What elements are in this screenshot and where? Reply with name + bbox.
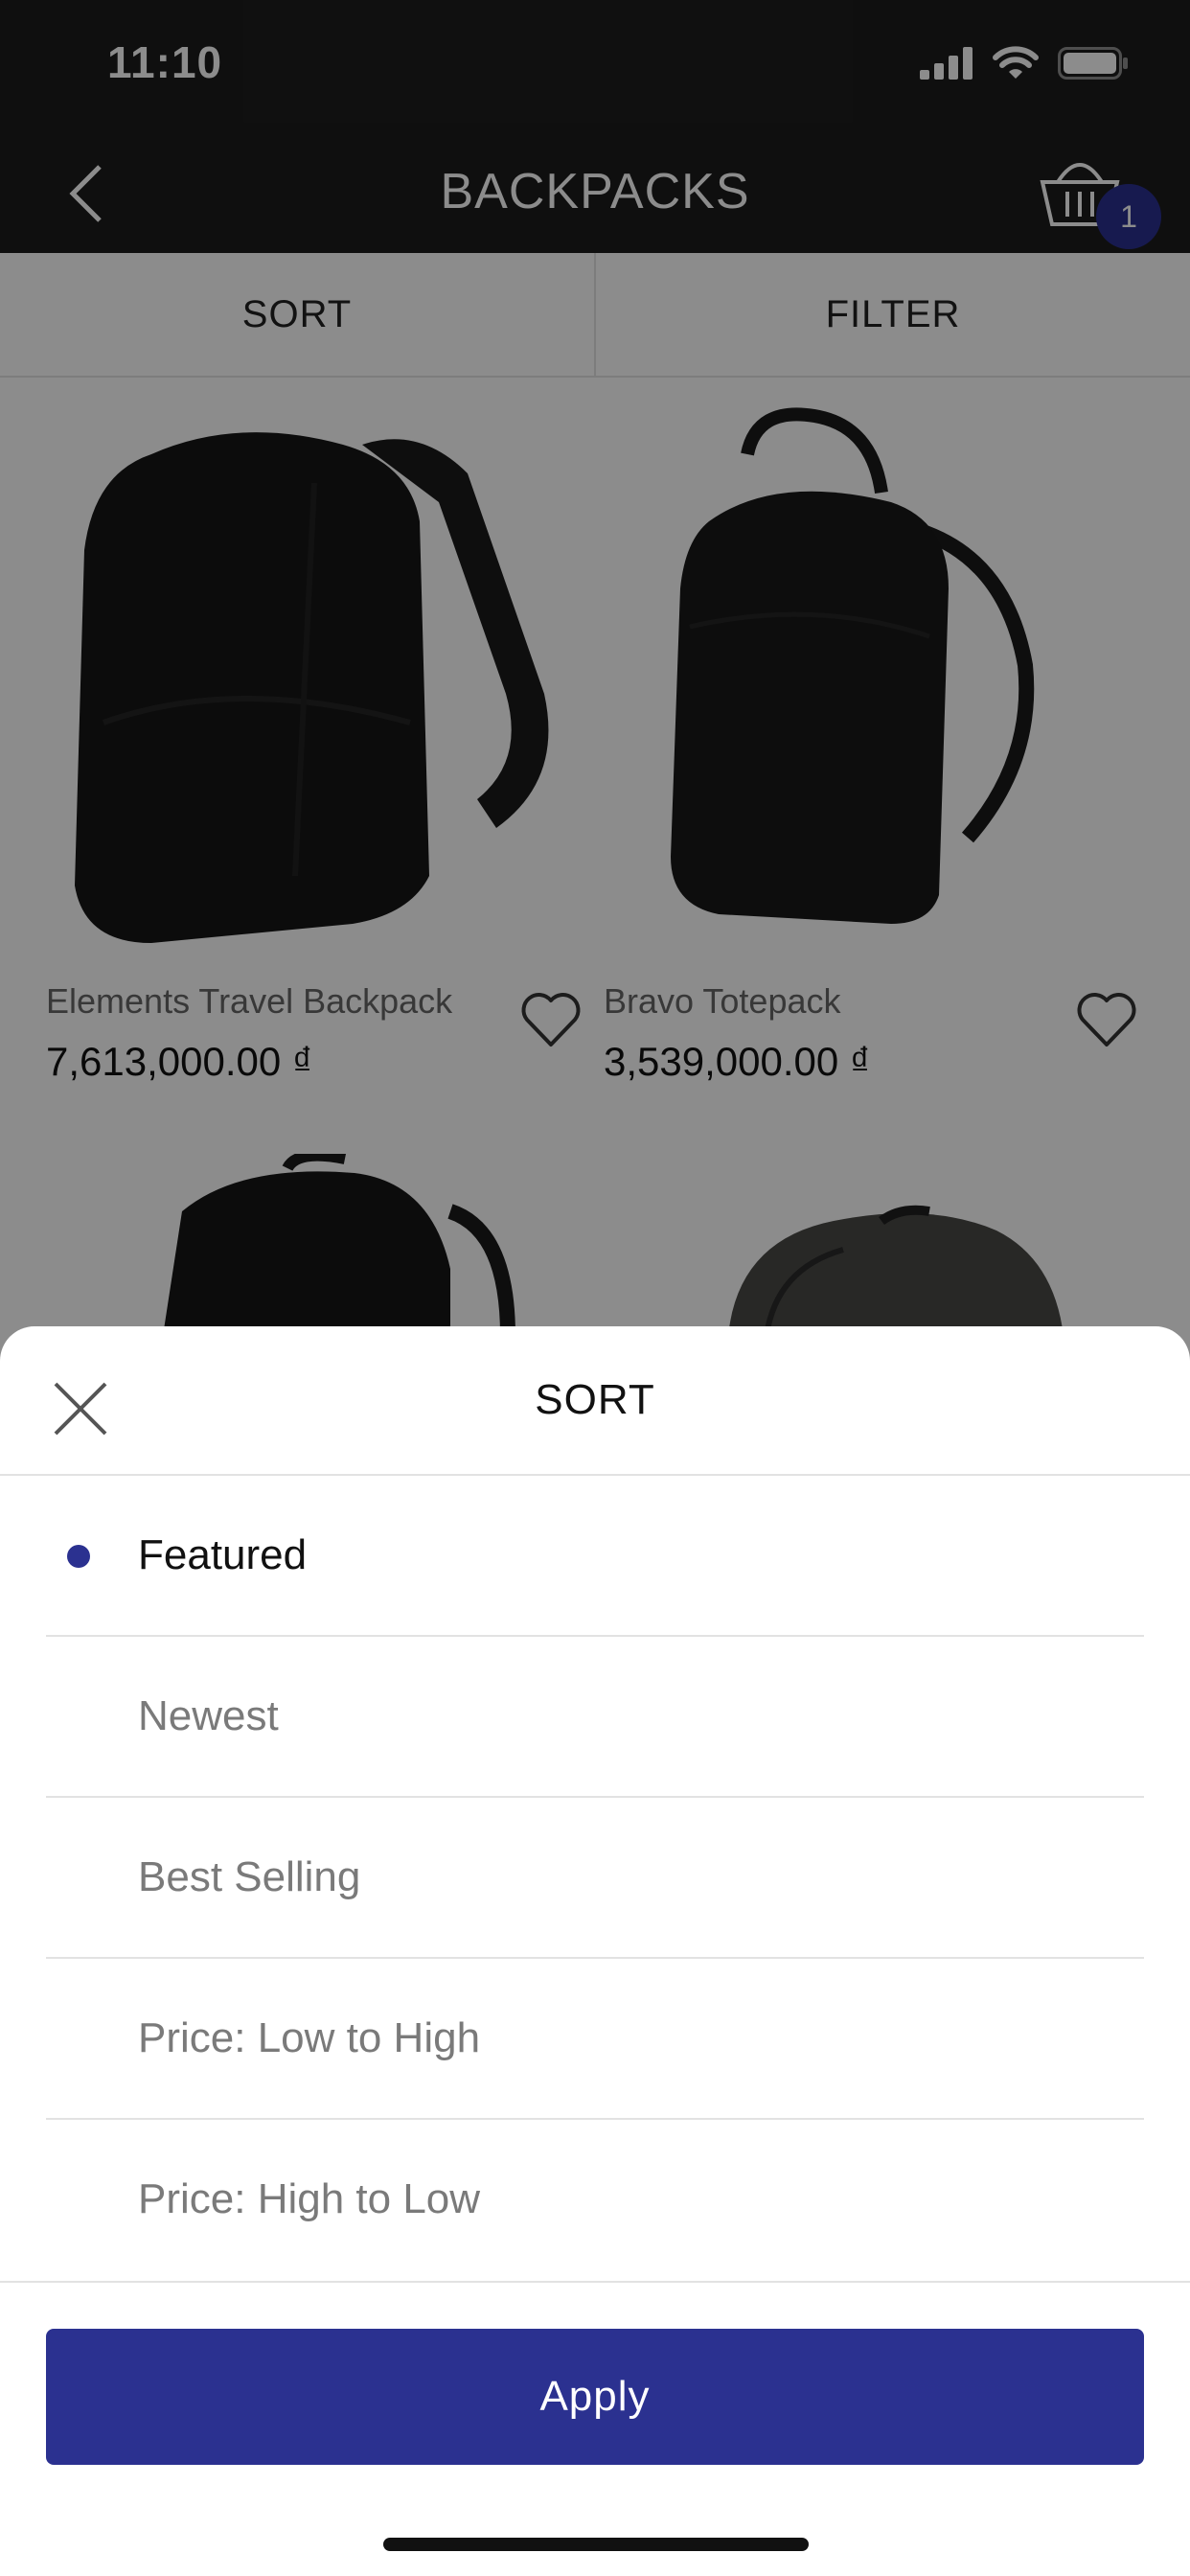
sort-option-price-low-high[interactable]: Price: Low to High bbox=[46, 1959, 1144, 2120]
selected-radio-icon bbox=[67, 1545, 90, 1568]
sort-option-featured[interactable]: Featured bbox=[46, 1476, 1144, 1637]
sort-option-label: Featured bbox=[138, 1531, 308, 1578]
sort-option-label: Newest bbox=[138, 1692, 279, 1739]
sort-option-newest[interactable]: Newest bbox=[46, 1637, 1144, 1798]
sheet-title: SORT bbox=[535, 1376, 655, 1423]
sort-options: Featured Newest Best Selling Price: Low … bbox=[46, 1476, 1144, 2281]
home-indicator[interactable] bbox=[383, 2538, 809, 2551]
sort-option-label: Price: High to Low bbox=[138, 2175, 481, 2222]
apply-button[interactable]: Apply bbox=[46, 2329, 1144, 2465]
sort-sheet: SORT Featured Newest Best Selling Price:… bbox=[0, 1326, 1190, 2576]
divider bbox=[0, 2281, 1190, 2283]
sort-option-label: Price: Low to High bbox=[138, 2014, 481, 2061]
sort-option-price-high-low[interactable]: Price: High to Low bbox=[46, 2120, 1144, 2281]
sheet-header: SORT bbox=[0, 1326, 1190, 1476]
sort-option-label: Best Selling bbox=[138, 1853, 361, 1900]
sort-option-best-selling[interactable]: Best Selling bbox=[46, 1798, 1144, 1959]
